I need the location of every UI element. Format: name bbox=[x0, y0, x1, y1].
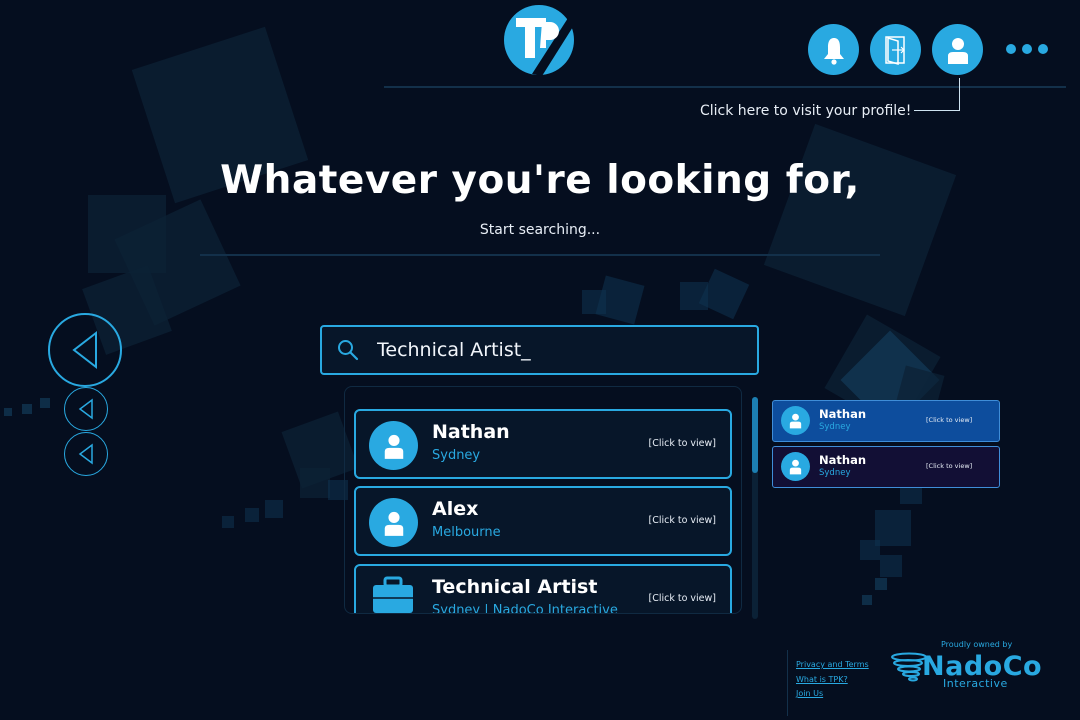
recent-card-selected[interactable]: Nathan Sydney [Click to view] bbox=[772, 400, 1000, 442]
page-subtitle: Start searching... bbox=[479, 222, 601, 238]
user-icon bbox=[384, 434, 403, 459]
result-card[interactable]: Alex Melbourne [Click to view] bbox=[354, 486, 732, 556]
recent-subtitle: Sydney bbox=[819, 422, 851, 432]
result-card[interactable]: Technical Artist Sydney | NadoCo Interac… bbox=[354, 564, 732, 614]
what-is-tpk-link[interactable]: What is TPK? bbox=[796, 673, 869, 688]
search-icon bbox=[338, 340, 359, 361]
user-icon bbox=[789, 459, 802, 475]
logout-button[interactable] bbox=[870, 24, 921, 75]
hero-divider bbox=[200, 254, 880, 256]
avatar bbox=[781, 452, 810, 481]
profile-hint-connector bbox=[959, 78, 960, 111]
notifications-button[interactable] bbox=[808, 24, 859, 75]
result-title: Nathan bbox=[432, 421, 510, 443]
result-title: Alex bbox=[432, 498, 479, 520]
avatar bbox=[781, 406, 810, 435]
triangle-left-icon bbox=[78, 443, 93, 465]
join-us-link[interactable]: Join Us bbox=[796, 687, 869, 702]
search-results-list: Nathan Sydney [Click to view] Alex Melbo… bbox=[344, 386, 742, 614]
door-icon bbox=[884, 35, 905, 65]
profile-hint: Click here to visit your profile! bbox=[700, 103, 912, 119]
footer-links: Privacy and Terms What is TPK? Join Us bbox=[796, 658, 869, 702]
user-icon bbox=[789, 413, 802, 429]
user-icon bbox=[384, 511, 403, 536]
avatar bbox=[369, 421, 418, 470]
result-subtitle: Sydney | NadoCo Interactive bbox=[432, 603, 618, 614]
back-button[interactable] bbox=[48, 313, 122, 387]
avatar bbox=[369, 498, 418, 547]
back-button-small[interactable] bbox=[64, 387, 108, 431]
header-divider bbox=[384, 86, 1066, 88]
result-subtitle: Sydney bbox=[432, 448, 481, 463]
result-card[interactable]: Nathan Sydney [Click to view] bbox=[354, 409, 732, 479]
header-actions bbox=[808, 24, 983, 75]
page-title: Whatever you're looking for, bbox=[220, 158, 860, 203]
recent-card[interactable]: Nathan Sydney [Click to view] bbox=[772, 446, 1000, 488]
result-title: Technical Artist bbox=[432, 576, 598, 598]
more-dots-icon[interactable] bbox=[1006, 44, 1048, 54]
results-scrollbar[interactable] bbox=[752, 397, 758, 619]
result-cta[interactable]: [Click to view] bbox=[648, 438, 716, 449]
briefcase-icon bbox=[373, 576, 413, 613]
result-cta[interactable]: [Click to view] bbox=[648, 515, 716, 526]
recent-cta[interactable]: [Click to view] bbox=[926, 462, 972, 470]
tpk-logo-icon bbox=[504, 5, 576, 76]
recent-cta[interactable]: [Click to view] bbox=[926, 416, 972, 424]
search-bar bbox=[320, 325, 759, 375]
recent-title: Nathan bbox=[819, 453, 867, 467]
triangle-left-icon bbox=[78, 398, 93, 420]
scroll-thumb[interactable] bbox=[752, 397, 758, 473]
recent-subtitle: Sydney bbox=[819, 468, 851, 478]
profile-hint-connector-horizontal bbox=[914, 110, 960, 111]
back-button-small[interactable] bbox=[64, 432, 108, 476]
footer-divider bbox=[787, 650, 788, 716]
result-subtitle: Melbourne bbox=[432, 525, 501, 540]
result-cta[interactable]: [Click to view] bbox=[648, 593, 716, 604]
triangle-left-icon bbox=[72, 330, 97, 370]
brand-subtitle: Interactive bbox=[943, 677, 1008, 690]
search-input[interactable] bbox=[377, 339, 737, 361]
bell-icon bbox=[823, 37, 844, 65]
user-icon bbox=[947, 37, 968, 64]
owned-by-label: Proudly owned by bbox=[941, 640, 1013, 649]
privacy-terms-link[interactable]: Privacy and Terms bbox=[796, 658, 869, 673]
recent-title: Nathan bbox=[819, 407, 867, 421]
profile-button[interactable] bbox=[932, 24, 983, 75]
